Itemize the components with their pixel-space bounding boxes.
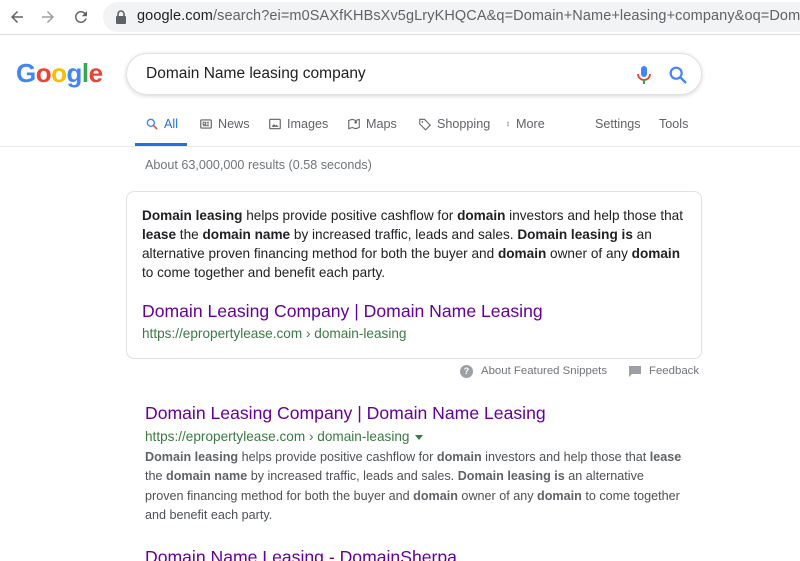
bold-text: domain name xyxy=(166,469,248,484)
tag-icon xyxy=(419,118,431,131)
result-title-link[interactable]: Domain Leasing Company | Domain Name Lea… xyxy=(145,403,546,424)
map-icon xyxy=(348,118,360,130)
bold-text: Domain leasing is xyxy=(457,469,565,484)
bold-text: Domain leasing xyxy=(142,208,243,223)
tab-more[interactable]: More xyxy=(505,117,545,131)
active-tab-indicator xyxy=(135,143,187,146)
logo-letter: l xyxy=(81,58,89,88)
help-icon: ? xyxy=(460,364,473,378)
logo-letter: o xyxy=(51,58,67,88)
google-logo[interactable]: Google xyxy=(16,58,103,89)
text-run: helps provide positive cashflow for xyxy=(242,208,458,223)
snippet-cite[interactable]: https://epropertylease.com › domain-leas… xyxy=(142,326,406,341)
image-icon xyxy=(269,118,281,130)
logo-letter: o xyxy=(35,58,52,88)
forward-button[interactable] xyxy=(37,6,59,28)
tab-label: Settings xyxy=(595,117,641,131)
bold-text: Domain leasing is xyxy=(517,227,633,242)
address-bar[interactable]: google.com/search?ei=m0SAXfKHBsXv5gLryKH… xyxy=(103,2,800,32)
tab-label: More xyxy=(516,117,545,131)
result-cite-text: https://epropertylease.com › domain-leas… xyxy=(145,429,410,444)
bold-text: domain xyxy=(413,488,458,503)
tab-all[interactable]: All xyxy=(145,117,178,131)
text-run: investors and help those that xyxy=(505,208,683,223)
text-run: owner of any xyxy=(457,488,538,503)
tab-label: News xyxy=(218,117,250,131)
logo-letter: e xyxy=(88,58,103,88)
news-icon xyxy=(200,119,212,129)
text-run: the xyxy=(176,227,203,242)
text-run: the xyxy=(145,469,167,484)
result-cite[interactable]: https://epropertylease.com › domain-leas… xyxy=(145,429,424,444)
tab-tools[interactable]: Tools xyxy=(659,117,688,131)
tab-label: Tools xyxy=(659,117,689,131)
back-button[interactable] xyxy=(6,6,28,28)
bold-text: domain name xyxy=(202,227,291,242)
bold-text: domain xyxy=(436,450,482,464)
tab-images[interactable]: Images xyxy=(268,117,328,131)
search-input[interactable] xyxy=(146,65,616,83)
about-snippets-link[interactable]: About Featured Snippets xyxy=(481,365,607,377)
tab-maps[interactable]: Maps xyxy=(347,117,397,131)
text-run: owner of any xyxy=(546,246,632,261)
text-run: investors and help those that xyxy=(481,450,650,464)
tab-label: Maps xyxy=(366,117,397,131)
snippet-text: Domain leasing helps provide positive ca… xyxy=(142,206,687,282)
tab-news[interactable]: News xyxy=(199,117,250,131)
snippet-footer: ? About Featured Snippets Feedback xyxy=(460,363,699,379)
featured-snippet: Domain leasing helps provide positive ca… xyxy=(126,191,702,359)
bold-text: domain xyxy=(457,208,506,223)
more-vertical-icon xyxy=(507,121,509,127)
search-box xyxy=(126,53,702,95)
bold-text: domain xyxy=(497,246,547,261)
search-icon[interactable] xyxy=(667,64,689,86)
feedback-link[interactable]: Feedback xyxy=(649,365,699,377)
text-run: to come together and benefit each party. xyxy=(142,265,386,280)
feedback-icon xyxy=(629,365,642,377)
url-path: /search?ei=m0SAXfKHBsXv5gLryKHQCA&q=Doma… xyxy=(212,8,800,24)
bold-text: Domain leasing xyxy=(145,450,239,464)
tab-label: Images xyxy=(287,117,329,131)
url-text: google.com/search?ei=m0SAXfKHBsXv5gLryKH… xyxy=(137,8,800,24)
tab-settings[interactable]: Settings xyxy=(595,117,641,131)
tab-shopping[interactable]: Shopping xyxy=(418,117,490,131)
tab-label: All xyxy=(164,117,178,131)
bold-text: domain xyxy=(537,488,582,503)
browser-toolbar: google.com/search?ei=m0SAXfKHBsXv5gLryKH… xyxy=(0,0,800,35)
logo-letter: G xyxy=(16,58,36,88)
snippet-title-link[interactable]: Domain Leasing Company | Domain Name Lea… xyxy=(142,301,543,322)
arrow-left-icon xyxy=(11,11,23,23)
search-tabs: All News Images Maps Shopping More Setti… xyxy=(0,108,800,147)
search-icon xyxy=(146,118,158,130)
lock-icon xyxy=(116,10,126,24)
bold-text: lease xyxy=(649,450,682,464)
result-description: Domain leasing helps provide positive ca… xyxy=(145,448,685,525)
reload-icon xyxy=(74,10,87,23)
tab-label: Shopping xyxy=(437,117,491,131)
reload-button[interactable] xyxy=(70,6,92,28)
result-stats: About 63,000,000 results (0.58 seconds) xyxy=(145,158,372,172)
bold-text: lease xyxy=(142,227,177,242)
result-title-link[interactable]: Domain Name Leasing - DomainSherpa xyxy=(145,547,457,561)
chevron-down-icon[interactable] xyxy=(415,434,424,440)
logo-letter: g xyxy=(66,58,83,88)
url-host: google.com xyxy=(137,8,213,24)
text-run: helps provide positive cashflow for xyxy=(238,450,437,464)
text-run: by increased traffic, leads and sales. xyxy=(290,227,518,242)
arrow-right-icon xyxy=(42,11,54,23)
text-run: by increased traffic, leads and sales. xyxy=(247,469,458,484)
microphone-icon[interactable] xyxy=(635,65,653,85)
bold-text: domain xyxy=(631,246,681,261)
